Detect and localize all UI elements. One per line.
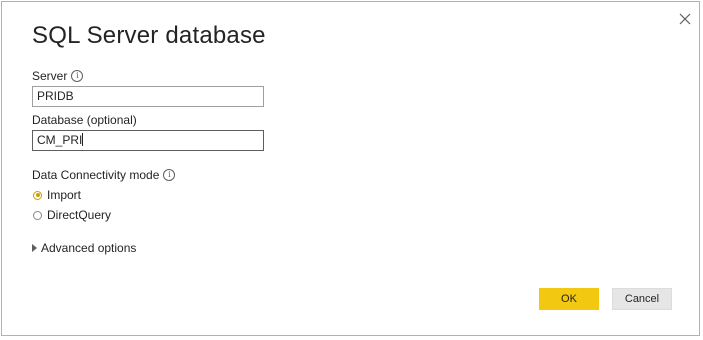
info-icon[interactable]: i: [163, 169, 176, 181]
radio-import[interactable]: Import: [33, 188, 81, 202]
info-icon[interactable]: i: [71, 70, 84, 82]
server-label: Server: [32, 69, 68, 83]
advanced-options-toggle[interactable]: Advanced options: [32, 241, 136, 255]
server-label-row: Server i: [32, 69, 84, 83]
close-button[interactable]: [676, 10, 694, 28]
radio-selected-icon: [33, 190, 42, 200]
database-label: Database (optional): [32, 113, 137, 127]
close-icon: [679, 13, 691, 25]
radio-directquery-label: DirectQuery: [47, 208, 112, 222]
cancel-button[interactable]: Cancel: [612, 288, 672, 310]
server-input[interactable]: PRIDB: [32, 86, 264, 107]
dialog-title: SQL Server database: [32, 22, 266, 49]
radio-unselected-icon: [33, 210, 42, 220]
connectivity-label: Data Connectivity mode: [32, 168, 160, 182]
radio-import-label: Import: [47, 188, 82, 202]
triangle-right-icon: [32, 244, 37, 252]
database-input[interactable]: CM_PRI: [32, 130, 264, 151]
sql-server-database-dialog: SQL Server database Server i PRIDB Datab…: [1, 1, 700, 336]
radio-directquery[interactable]: DirectQuery: [33, 208, 111, 222]
text-caret: [82, 133, 84, 146]
advanced-options-label: Advanced options: [41, 241, 137, 255]
server-input-value: PRIDB: [37, 89, 74, 103]
ok-button[interactable]: OK: [539, 288, 599, 310]
database-label-row: Database (optional): [32, 113, 137, 127]
database-input-value: CM_PRI: [37, 133, 83, 147]
connectivity-label-row: Data Connectivity mode i: [32, 168, 176, 182]
